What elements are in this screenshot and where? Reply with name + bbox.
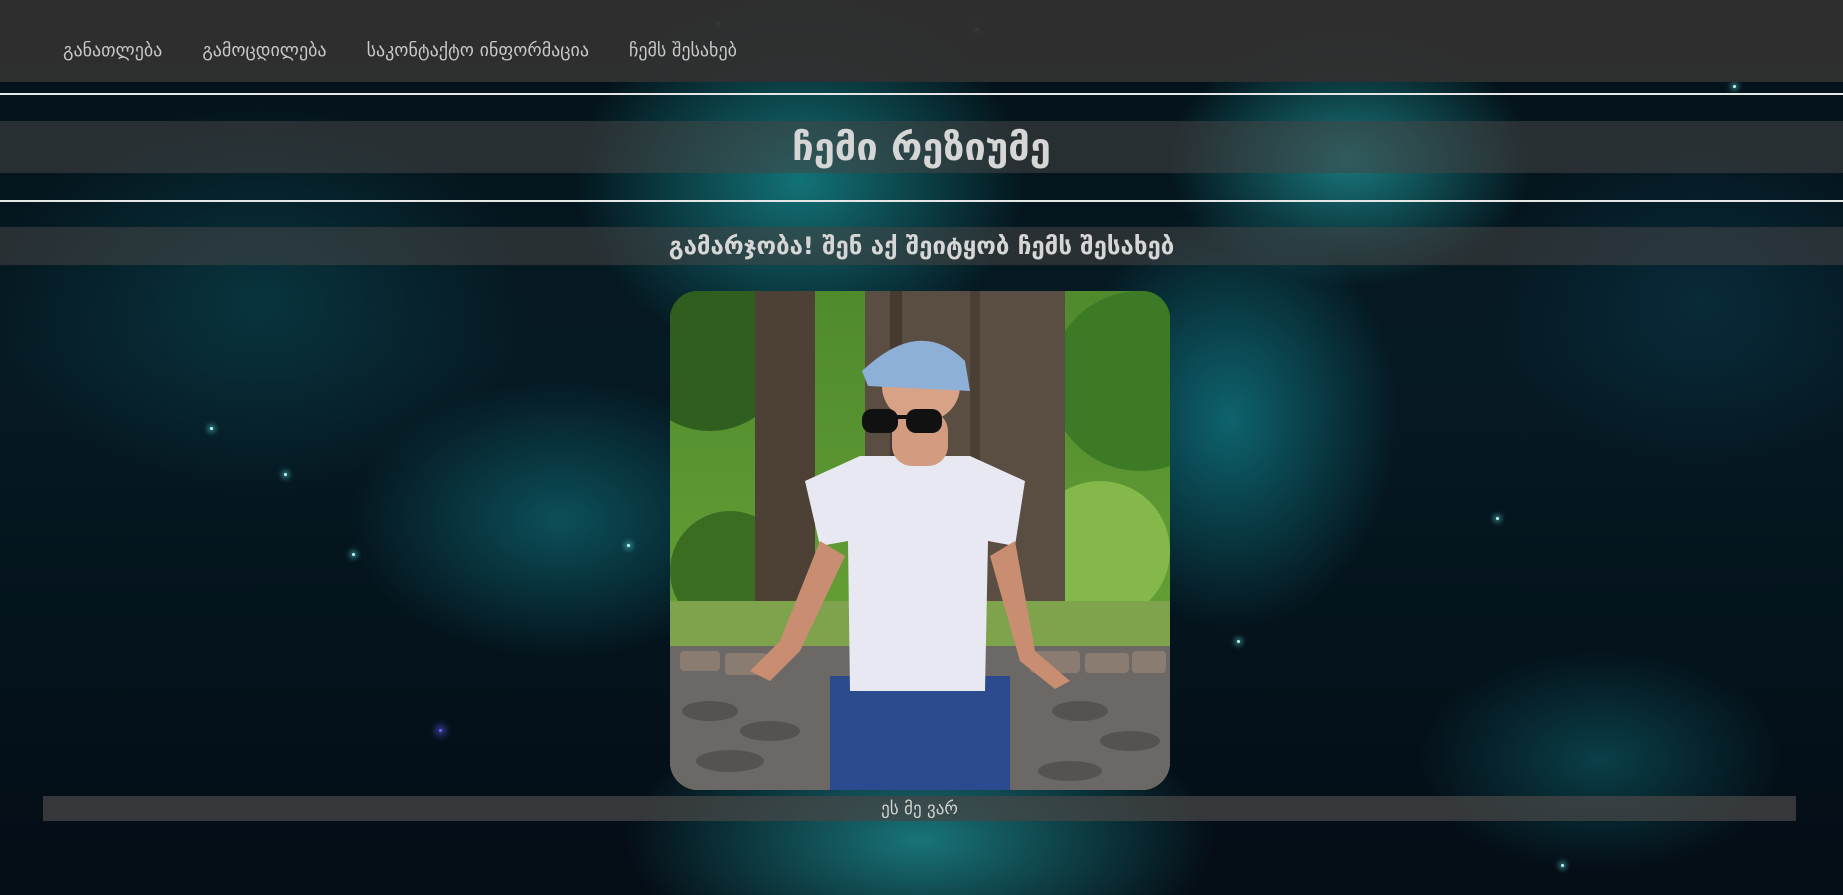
nav-link-contact[interactable]: საკონტაქტო ინფორმაცია — [367, 40, 589, 61]
nav-link-education[interactable]: განათლება — [63, 40, 162, 61]
nav-link-experience[interactable]: გამოცდილება — [202, 40, 326, 61]
nav-item-contact: საკონტაქტო ინფორმაცია — [367, 40, 589, 61]
profile-photo-icon — [670, 291, 1170, 790]
page-subtitle: გამარჯობა! შენ აქ შეიტყობ ჩემს შესახებ — [0, 227, 1843, 265]
nav-item-education: განათლება — [63, 40, 162, 61]
nav-item-experience: გამოცდილება — [202, 40, 326, 61]
nav-menu: განათლება გამოცდილება საკონტაქტო ინფორმა… — [63, 40, 737, 61]
profile-photo — [670, 291, 1170, 790]
nav-link-about[interactable]: ჩემს შესახებ — [629, 40, 737, 61]
divider-middle — [0, 200, 1843, 202]
nav-item-about: ჩემს შესახებ — [629, 40, 737, 61]
top-navbar: განათლება გამოცდილება საკონტაქტო ინფორმა… — [0, 0, 1843, 82]
divider-top — [0, 93, 1843, 95]
photo-caption: ეს მე ვარ — [43, 796, 1796, 821]
page-title: ჩემი რეზიუმე — [0, 121, 1843, 173]
